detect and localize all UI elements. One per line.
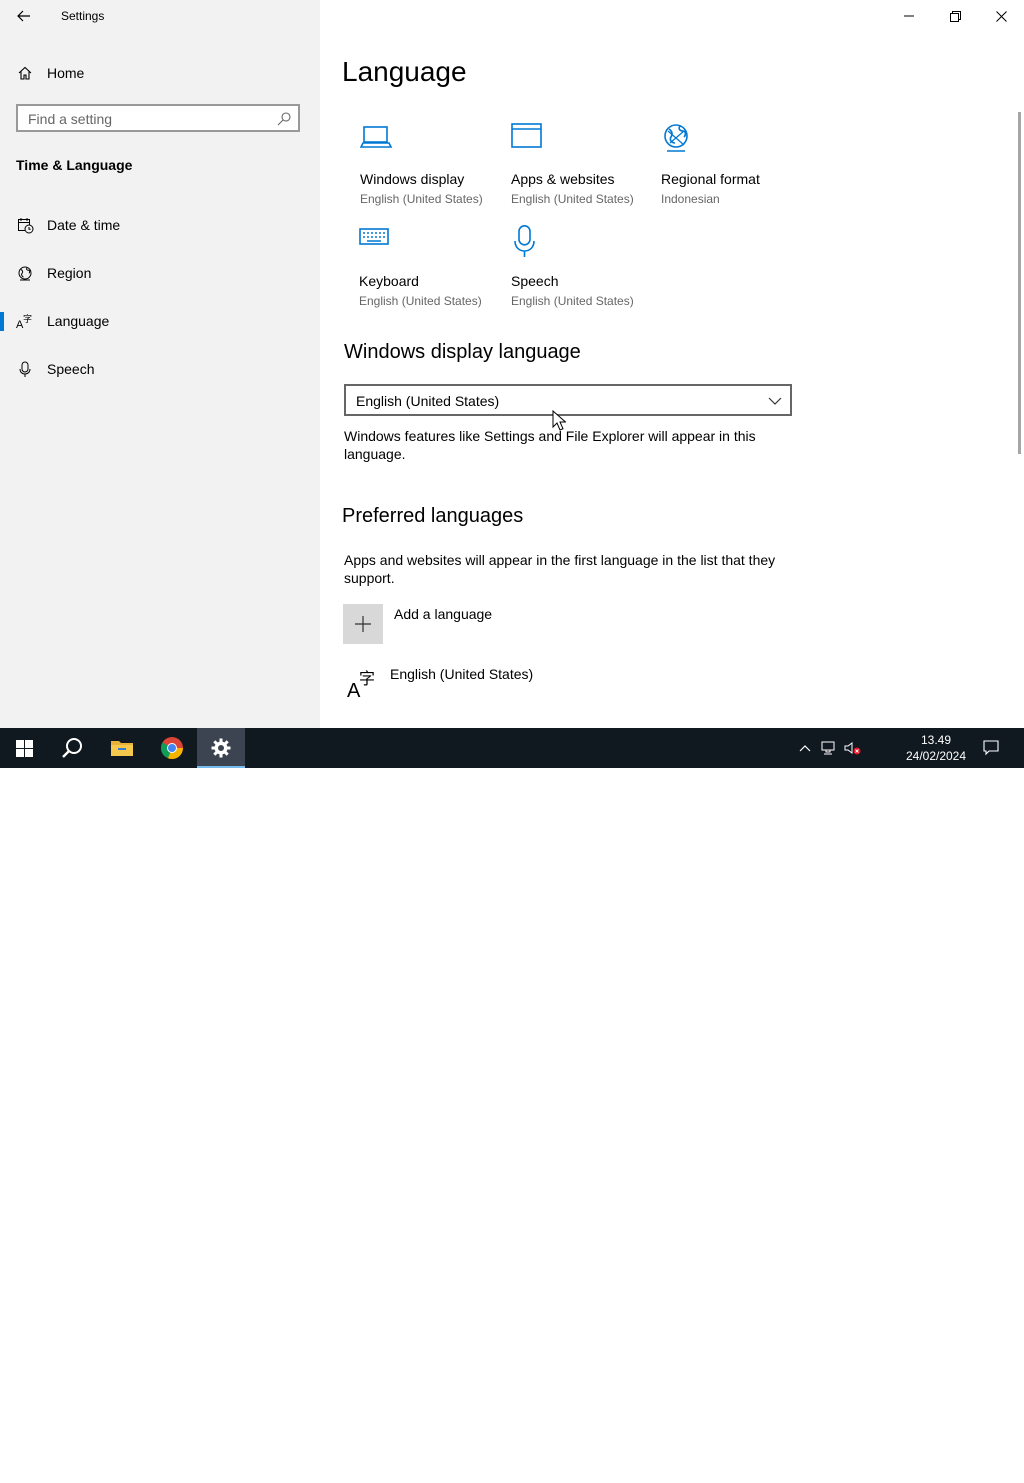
file-explorer-icon: [111, 741, 133, 756]
volume-muted-icon: [844, 742, 861, 755]
sidebar-item-date-time[interactable]: Date & time: [0, 205, 320, 245]
clock-time: 13.49: [920, 733, 952, 747]
globe-format-icon: [664, 124, 688, 152]
add-language-label: Add a language: [394, 606, 493, 622]
settings-icon: [211, 738, 231, 758]
sidebar: Settings Home Time & Language Date & tim…: [0, 0, 320, 728]
svg-text:字: 字: [359, 669, 375, 688]
tile-name: Windows display: [360, 171, 465, 187]
language-icon: A字: [347, 669, 375, 700]
chrome-icon: [160, 737, 184, 760]
language-icon: A字: [16, 312, 34, 330]
tile-name: Speech: [511, 273, 559, 289]
sidebar-item-region[interactable]: Region: [0, 253, 320, 293]
taskbar: ENG: [0, 728, 1024, 1483]
display-language-dropdown[interactable]: English (United States): [344, 384, 792, 416]
main-content: Language Windows display English (United…: [320, 0, 1024, 728]
browser-window-icon: [511, 123, 542, 148]
notification-icon: [983, 740, 999, 756]
back-button[interactable]: [8, 2, 40, 30]
sidebar-item-label: Date & time: [47, 217, 121, 233]
section-title: Time & Language: [16, 157, 133, 173]
minimize-button[interactable]: [886, 0, 932, 32]
taskbar-clock[interactable]: 13.49 24/02/2024: [900, 732, 972, 764]
taskbar-chrome[interactable]: [148, 728, 196, 768]
calendar-clock-icon: [16, 216, 34, 234]
tile-speech[interactable]: Speech English (United States): [511, 225, 661, 321]
tile-windows-display[interactable]: Windows display English (United States): [360, 123, 510, 219]
microphone-icon: [514, 225, 535, 257]
language-name: English (United States): [390, 666, 534, 682]
tile-subtitle: Indonesian: [661, 192, 720, 206]
add-language-button[interactable]: Add a language: [343, 604, 643, 644]
sidebar-item-home[interactable]: Home: [0, 53, 320, 93]
list-item[interactable]: A字 English (United States): [346, 664, 746, 704]
minimize-icon: [904, 15, 914, 17]
search-box[interactable]: [16, 104, 300, 132]
taskbar-settings[interactable]: [197, 728, 245, 768]
page-title: Language: [342, 56, 467, 87]
volume-button[interactable]: [842, 728, 864, 768]
tile-subtitle: English (United States): [359, 294, 482, 308]
plus-icon: [343, 604, 383, 644]
display-language-description: Windows features like Settings and File …: [344, 428, 756, 462]
restore-icon: [949, 10, 961, 22]
restore-button[interactable]: [932, 0, 978, 32]
tray-overflow-button[interactable]: [794, 728, 816, 768]
close-icon: [995, 10, 1007, 22]
keyboard-icon: [359, 228, 389, 245]
chevron-down-icon: [768, 397, 782, 405]
microphone-icon: [16, 360, 34, 378]
search-icon[interactable]: [276, 111, 292, 127]
sidebar-item-language[interactable]: A字 Language: [0, 301, 320, 341]
globe-icon: [16, 264, 34, 282]
close-button[interactable]: [978, 0, 1024, 32]
sidebar-item-label: Home: [47, 65, 85, 81]
preferred-languages-heading: Preferred languages: [342, 505, 524, 527]
active-indicator: [0, 312, 4, 331]
tile-apps-websites[interactable]: Apps & websites English (United States): [511, 123, 661, 219]
svg-text:字: 字: [23, 313, 32, 325]
tile-name: Keyboard: [359, 273, 419, 289]
sidebar-item-label: Region: [47, 265, 92, 281]
search-icon: [62, 738, 82, 758]
laptop-icon: [360, 126, 393, 148]
sidebar-item-label: Speech: [47, 361, 95, 377]
tile-subtitle: English (United States): [511, 192, 634, 206]
app-title: Settings: [61, 9, 105, 23]
scrollbar[interactable]: [1018, 112, 1021, 454]
tile-subtitle: English (United States): [360, 192, 483, 206]
chevron-up-icon: [799, 745, 811, 752]
start-button[interactable]: [0, 728, 48, 768]
tile-keyboard[interactable]: Keyboard English (United States): [359, 225, 509, 321]
preferred-languages-description: Apps and websites will appear in the fir…: [344, 552, 776, 586]
sidebar-item-speech[interactable]: Speech: [0, 349, 320, 389]
tile-subtitle: English (United States): [511, 294, 634, 308]
dropdown-value: English (United States): [356, 393, 500, 409]
network-icon: [821, 741, 835, 755]
display-language-heading: Windows display language: [344, 341, 581, 363]
action-center-button[interactable]: [976, 728, 1006, 768]
taskbar-file-explorer[interactable]: [98, 728, 146, 768]
network-button[interactable]: [818, 728, 840, 768]
taskbar-search-button[interactable]: [48, 728, 96, 768]
start-icon: [15, 739, 33, 757]
input-language-indicator[interactable]: ENG: [870, 1469, 896, 1483]
clock-date: 24/02/2024: [905, 749, 967, 763]
search-input[interactable]: [28, 110, 268, 128]
back-arrow-icon: [17, 10, 30, 22]
mouse-cursor-icon: [552, 410, 566, 431]
tile-name: Apps & websites: [511, 171, 615, 187]
tile-name: Regional format: [661, 171, 760, 187]
home-icon: [16, 64, 34, 82]
sidebar-item-label: Language: [47, 313, 110, 329]
tile-regional-format[interactable]: Regional format Indonesian: [661, 123, 811, 219]
